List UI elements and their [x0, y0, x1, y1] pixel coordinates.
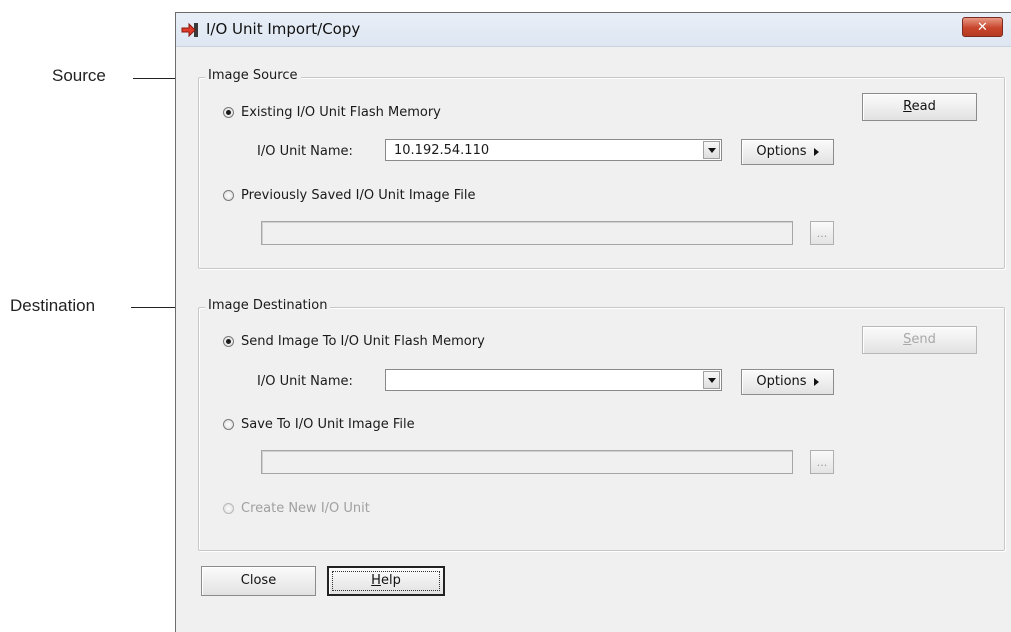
dest-new-unit-radio: Create New I/O Unit — [223, 501, 370, 516]
help-button[interactable]: Help — [327, 566, 445, 596]
dest-unit-name-label: I/O Unit Name: — [257, 374, 353, 389]
dest-file-radio-label: Save To I/O Unit Image File — [241, 417, 415, 432]
dest-browse-button: ... — [810, 450, 834, 474]
source-browse-button: ... — [810, 221, 834, 245]
radio-button[interactable] — [223, 107, 234, 118]
dest-unit-name-combo[interactable] — [385, 369, 722, 391]
import-arrow-icon — [181, 22, 198, 38]
focus-rect — [332, 571, 440, 591]
source-file-radio-label: Previously Saved I/O Unit Image File — [241, 188, 476, 203]
radio-button[interactable] — [223, 419, 234, 430]
close-button[interactable]: Close — [201, 566, 316, 596]
image-source-legend: Image Source — [205, 68, 301, 83]
source-options-button[interactable]: Options — [741, 139, 834, 165]
triangle-right-icon — [813, 147, 819, 156]
source-flash-radio[interactable]: Existing I/O Unit Flash Memory — [223, 105, 441, 120]
source-file-radio[interactable]: Previously Saved I/O Unit Image File — [223, 188, 475, 203]
close-icon[interactable]: ✕ — [962, 17, 1003, 37]
source-file-path — [261, 221, 793, 245]
dest-flash-radio[interactable]: Send Image To I/O Unit Flash Memory — [223, 334, 485, 349]
source-unit-name-combo[interactable]: 10.192.54.110 — [385, 139, 722, 161]
radio-button — [223, 503, 234, 514]
import-copy-dialog: I/O Unit Import/Copy ✕ Image Source Exis… — [175, 12, 1011, 632]
triangle-right-icon — [813, 377, 819, 386]
dest-file-radio[interactable]: Save To I/O Unit Image File — [223, 417, 415, 432]
send-button[interactable]: Send — [862, 326, 977, 354]
chevron-down-icon[interactable] — [703, 371, 720, 389]
dest-flash-radio-label: Send Image To I/O Unit Flash Memory — [241, 334, 485, 349]
callout-destination: Destination — [10, 296, 96, 315]
window-title: I/O Unit Import/Copy — [206, 20, 361, 38]
radio-button[interactable] — [223, 190, 234, 201]
image-destination-legend: Image Destination — [205, 298, 331, 313]
callout-source: Source — [52, 66, 106, 85]
dest-file-path — [261, 450, 793, 474]
source-flash-radio-label: Existing I/O Unit Flash Memory — [241, 105, 441, 120]
dest-options-button[interactable]: Options — [741, 369, 834, 395]
title-bar[interactable]: I/O Unit Import/Copy ✕ — [176, 13, 1011, 47]
chevron-down-icon[interactable] — [703, 141, 720, 159]
radio-button[interactable] — [223, 336, 234, 347]
read-button[interactable]: Read — [862, 93, 977, 121]
dest-new-unit-label: Create New I/O Unit — [241, 501, 370, 516]
source-unit-name-value: 10.192.54.110 — [394, 143, 490, 158]
source-unit-name-label: I/O Unit Name: — [257, 144, 353, 159]
